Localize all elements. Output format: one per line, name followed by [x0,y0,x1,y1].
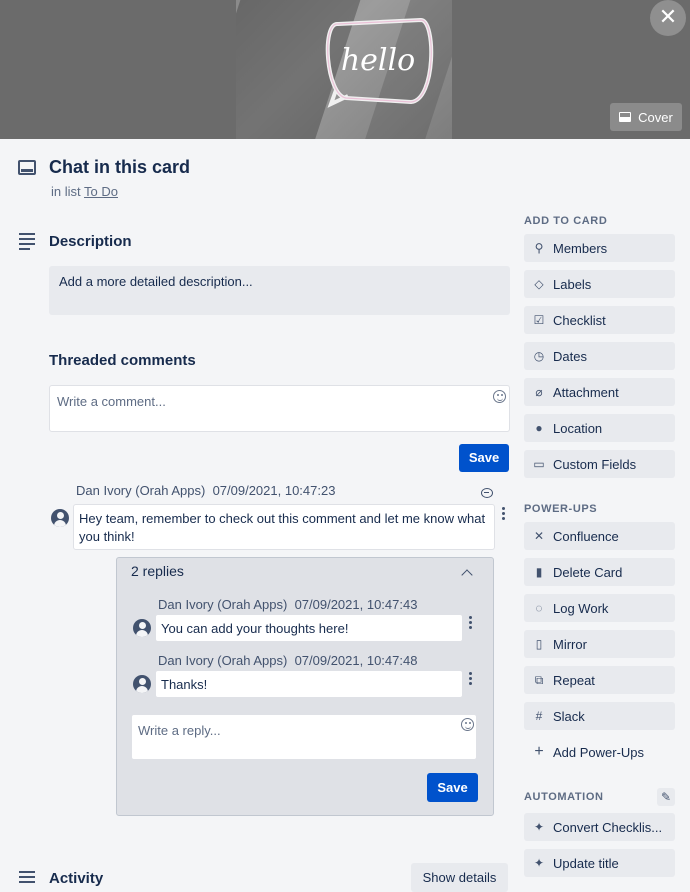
comment-text: Hey team, remember to check out this com… [73,504,495,550]
avatar [51,509,69,527]
paperclip-icon: ⌀ [535,385,543,399]
plus-icon: + [534,743,544,760]
map-pin-icon: ● [535,421,543,435]
threaded-comments-heading: Threaded comments [49,352,196,369]
replies-count[interactable]: 2 replies [131,563,184,579]
button-label: Location [553,420,603,436]
reply-timestamp: 07/09/2021, 10:47:48 [294,653,418,668]
close-icon: ✕ [658,4,678,29]
reply-text: Thanks! [155,670,463,698]
checklist-button[interactable]: ☑ Checklist [524,306,675,334]
activity-heading: Activity [49,870,104,887]
edit-automation-icon[interactable]: ✎ [657,788,675,806]
button-label: Checklist [553,312,606,328]
convert-checklist-button[interactable]: ✦ Convert Checklis... [524,813,675,841]
comment-save-button[interactable]: Save [459,444,509,472]
cover-icon [619,112,632,122]
confluence-icon: ✕ [533,529,545,543]
reply-author: Dan Ivory (Orah Apps) [158,653,288,668]
button-label: Confluence [553,528,619,544]
neon-text: hello [341,43,415,78]
button-label: Convert Checklis... [553,819,663,835]
automation-heading: AUTOMATION [524,791,604,803]
emoji-icon[interactable] [461,718,474,731]
close-card-button[interactable]: ✕ [650,0,686,36]
attachment-button[interactable]: ⌀ Attachment [524,378,675,406]
log-work-button[interactable]: ◌ Log Work [524,594,675,622]
reply-menu-icon[interactable] [469,616,473,631]
comment-timestamp: 07/09/2021, 10:47:23 [212,483,336,498]
button-label: Custom Fields [553,456,637,472]
magic-wand-icon: ✦ [533,820,545,834]
reply-meta: Dan Ivory (Orah Apps) 07/09/2021, 10:47:… [158,653,417,668]
mirror-button[interactable]: ▯ Mirror [524,630,675,658]
repeat-icon: ⧉ [534,672,544,687]
in-list-text: in list To Do [51,184,118,199]
cover-button-label: Cover [638,109,673,125]
add-to-card-heading: ADD TO CARD [524,215,608,227]
clock-icon: ◷ [533,349,545,363]
comment-author: Dan Ivory (Orah Apps) [76,483,206,498]
mirror-icon: ▯ [535,637,543,651]
reply-menu-icon[interactable] [469,672,473,687]
reply-input[interactable]: Write a reply... [131,714,477,760]
reply-author: Dan Ivory (Orah Apps) [158,597,288,612]
reply-meta: Dan Ivory (Orah Apps) 07/09/2021, 10:47:… [158,597,417,612]
confluence-button[interactable]: ✕ Confluence [524,522,675,550]
button-label: Delete Card [553,564,623,580]
magic-wand-icon: ✦ [533,856,545,870]
comment-menu-icon[interactable] [502,507,506,522]
members-button[interactable]: ⚲ Members [524,234,675,262]
button-label: Add Power-Ups [553,744,645,760]
description-icon [19,233,37,253]
slack-button[interactable]: # Slack [524,702,675,730]
reply-text: You can add your thoughts here! [155,614,463,642]
update-title-button[interactable]: ✦ Update title [524,849,675,877]
custom-fields-icon: ▭ [533,457,545,471]
avatar [133,619,151,637]
emoji-icon[interactable] [493,390,506,403]
card-cover: hello ✕ Cover [0,0,690,139]
trash-icon: ▮ [535,565,543,579]
button-label: Labels [553,276,592,292]
cover-button[interactable]: Cover [610,103,682,131]
in-list-prefix: in list [51,184,81,199]
repeat-button[interactable]: ⧉ Repeat [524,666,675,694]
card-icon [18,160,36,175]
checkbox-icon: ☑ [533,313,545,327]
button-label: Repeat [553,672,595,688]
power-ups-heading: POWER-UPS [524,503,598,515]
button-label: Log Work [553,600,609,616]
labels-button[interactable]: ◇ Labels [524,270,675,298]
custom-fields-button[interactable]: ▭ Custom Fields [524,450,675,478]
description-heading: Description [49,233,132,250]
show-details-button[interactable]: Show details [411,863,508,892]
reply-thread-icon[interactable] [481,488,493,498]
neon-sign-image: hello [325,18,434,108]
list-link[interactable]: To Do [84,184,118,199]
comment-meta: Dan Ivory (Orah Apps) 07/09/2021, 10:47:… [76,483,335,498]
button-label: Attachment [553,384,619,400]
dates-button[interactable]: ◷ Dates [524,342,675,370]
slack-icon: # [535,709,543,723]
comment-input[interactable]: Write a comment... [49,385,510,432]
reply-timestamp: 07/09/2021, 10:47:43 [294,597,418,612]
card-title[interactable]: Chat in this card [49,157,190,178]
reply-save-button[interactable]: Save [427,773,478,802]
person-icon: ⚲ [534,241,544,255]
location-button[interactable]: ● Location [524,414,675,442]
activity-icon [19,871,37,886]
button-label: Slack [553,708,585,724]
button-label: Mirror [553,636,587,652]
tag-icon: ◇ [534,277,544,291]
description-field[interactable]: Add a more detailed description... [49,266,510,315]
delete-card-button[interactable]: ▮ Delete Card [524,558,675,586]
button-label: Update title [553,855,619,871]
stopwatch-icon: ◌ [535,601,543,615]
add-power-ups-button[interactable]: + Add Power-Ups [524,738,675,766]
button-label: Dates [553,348,587,364]
avatar [133,675,151,693]
cover-image: hello [236,0,452,139]
button-label: Members [553,240,608,256]
